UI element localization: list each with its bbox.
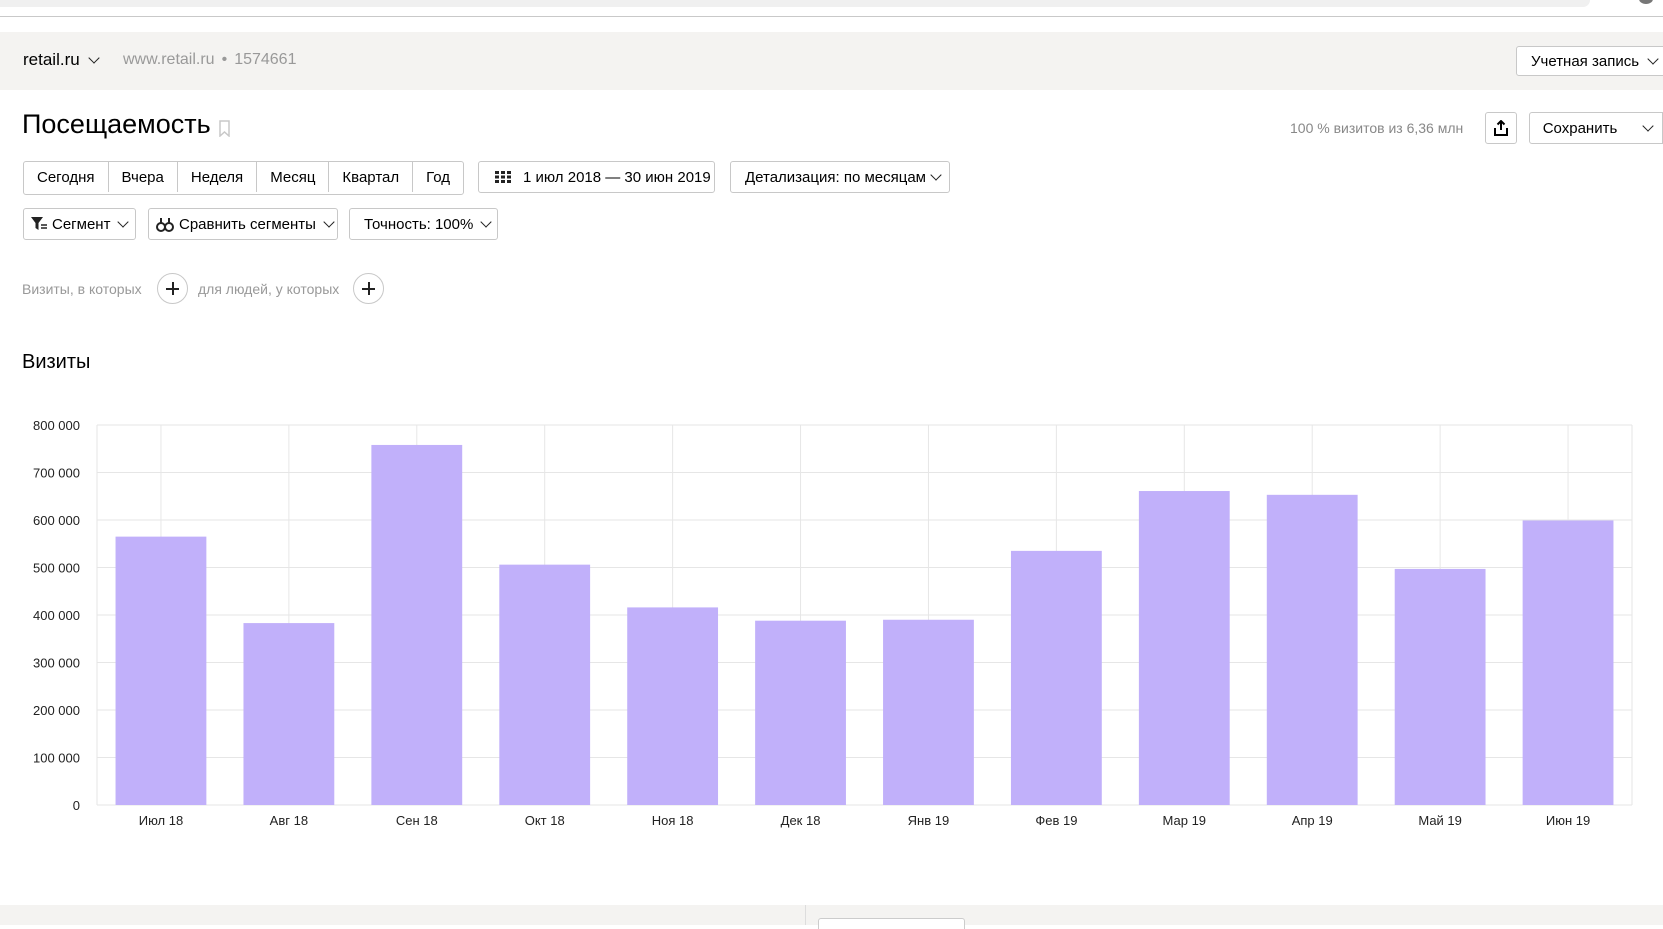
bar [883,619,974,805]
filter-icon [31,217,47,230]
add-people-condition-button[interactable] [353,273,384,304]
share-button[interactable] [1485,112,1517,144]
x-tick-label: Апр 19 [1292,813,1333,828]
date-range-button[interactable]: 1 июл 2018 — 30 июн 2019 [478,161,715,193]
site-header: retail.ru www.retail.ru • 1574661 Учетна… [0,32,1663,90]
chevron-down-icon [1642,119,1654,132]
accuracy-label: Точность: 100% [364,215,474,233]
chevron-down-icon [1647,52,1659,65]
y-tick-label: 700 000 [33,466,80,481]
detail-label: Детализация: по месяцам [745,168,926,186]
counter-id: 1574661 [234,51,297,68]
x-tick-label: Ноя 18 [652,813,694,828]
date-range-label: 1 июл 2018 — 30 июн 2019 [523,168,711,186]
chevron-down-icon [323,215,335,228]
chart-title: Визиты [22,351,91,373]
y-tick-label: 600 000 [33,513,80,528]
site-name: retail.ru [23,50,80,69]
bar [755,620,846,805]
y-tick-label: 100 000 [33,751,80,766]
chevron-down-icon [117,215,130,228]
bar [371,444,463,805]
save-menu-button[interactable] [1630,112,1663,144]
site-url: www.retail.ru [123,51,215,68]
visits-bar-chart: 0 100 000 200 000 300 000 400 000 500 000 600 … [33,418,1633,828]
segment-label: Сегмент [52,215,111,233]
period-today-button[interactable]: Сегодня [24,162,109,192]
period-yesterday-button[interactable]: Вчера [109,162,178,192]
segment-button[interactable]: Сегмент [23,208,136,240]
chevron-down-icon [480,215,493,228]
x-tick-label: Янв 19 [908,813,950,828]
x-tick-label: Авг 18 [270,813,308,828]
footer-bar [0,905,1663,929]
y-tick-label: 300 000 [33,656,80,671]
period-quarter-button[interactable]: Квартал [329,162,414,192]
x-tick-label: Июл 18 [139,813,183,828]
period-selector: Сегодня Вчера Неделя Месяц Квартал Год [23,161,465,195]
page-title: Посещаемость [22,109,211,139]
calendar-icon [495,171,511,183]
bar [243,623,335,805]
compare-segments-button[interactable]: Сравнить сегменты [148,208,338,240]
bar [1522,520,1614,805]
share-icon [1494,120,1508,136]
compare-label: Сравнить сегменты [179,215,316,233]
x-tick-label: Окт 18 [525,813,565,828]
bar [1394,568,1486,805]
accuracy-selector[interactable]: Точность: 100% [349,208,498,240]
site-selector[interactable]: retail.ru [23,50,100,70]
x-tick-label: Дек 18 [781,813,821,828]
bar [627,607,719,805]
add-visit-condition-button[interactable] [157,273,188,304]
bar [1266,494,1358,805]
browser-address-area [0,0,1590,7]
y-tick-label: 200 000 [33,703,80,718]
bar [115,536,207,805]
account-label: Учетная запись [1531,52,1640,70]
visits-condition-label: Визиты, в которых [22,281,142,297]
account-button[interactable]: Учетная запись [1516,46,1663,76]
y-tick-label: 400 000 [33,608,80,623]
bar [1138,491,1230,805]
x-tick-label: Фев 19 [1035,813,1077,828]
separator-dot: • [221,51,228,68]
people-condition-label: для людей, у которых [198,281,340,297]
y-tick-label: 0 [73,798,80,813]
y-tick-label: 800 000 [33,418,80,433]
x-tick-label: Июн 19 [1546,813,1590,828]
x-tick-label: Май 19 [1418,813,1462,828]
bar [499,564,591,805]
footer-divider [805,905,806,925]
chevron-down-icon [930,168,942,181]
browser-top-strip [0,0,1663,17]
coverage-text: 100 % визитов из 6,36 млн [1290,120,1464,136]
bar [1010,550,1102,805]
x-tick-label: Сен 18 [396,813,438,828]
site-meta: www.retail.ru • 1574661 [123,51,296,69]
period-year-button[interactable]: Год [413,162,463,192]
period-week-button[interactable]: Неделя [178,162,258,192]
compare-icon [156,217,174,232]
period-month-button[interactable]: Месяц [257,162,330,192]
chevron-down-icon [88,51,100,64]
footer-tab[interactable] [818,918,965,929]
detail-selector[interactable]: Детализация: по месяцам [730,161,950,193]
y-tick-label: 500 000 [33,561,80,576]
bookmark-icon[interactable] [219,120,230,137]
x-tick-label: Мар 19 [1163,813,1207,828]
save-button[interactable]: Сохранить [1529,112,1631,144]
browser-avatar[interactable] [1639,0,1653,4]
